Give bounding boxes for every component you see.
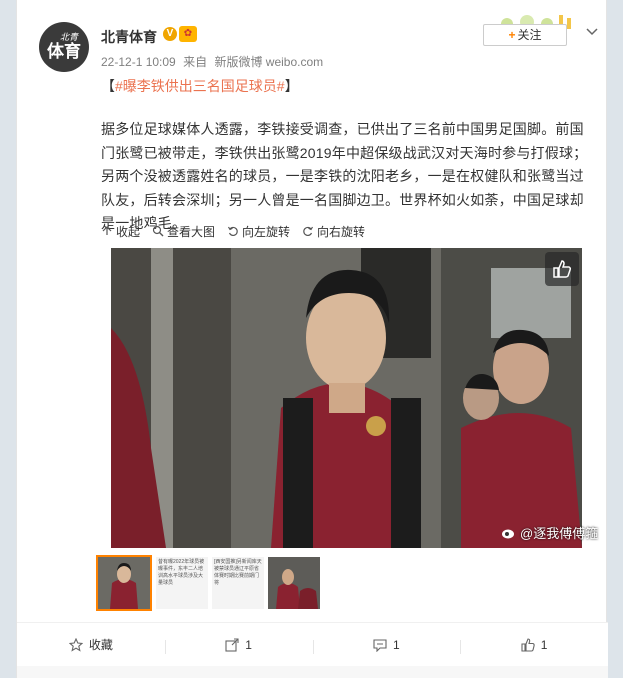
thumbnail-4[interactable] — [268, 557, 320, 609]
image-toolbar: 收起 查看大图 向左旋转 向右旋转 — [101, 222, 365, 240]
repost-icon — [225, 637, 239, 652]
rotate-left-button[interactable]: 向左旋转 — [227, 222, 290, 240]
weibo-post-card: 北青 体育 北青体育 V ✿ 22-12-1 10:09 来自 新版微博 wei… — [16, 0, 608, 678]
like-button[interactable]: 1 — [460, 637, 608, 654]
collect-label: 收藏 — [88, 638, 113, 652]
post-date[interactable]: 22-12-1 10:09 — [101, 55, 176, 69]
avatar-text-main: 体育 — [47, 42, 81, 62]
author-name[interactable]: 北青体育 — [101, 27, 157, 47]
post-footer: 收藏 1 1 1 — [17, 622, 608, 666]
rotate-right-label: 向右旋转 — [317, 224, 366, 239]
level-badge-icon: ✿ — [179, 26, 197, 42]
thumbnail-2[interactable]: 昔有曝2022年球员被曝事件，东丰二人培训高水平球员涉及大量球员 — [156, 557, 208, 609]
follow-button[interactable]: + 关注 — [483, 24, 567, 46]
collect-button[interactable]: 收藏 — [17, 636, 165, 653]
rotate-right-icon — [303, 226, 314, 237]
like-icon — [521, 637, 535, 652]
photo-watermark: @逐我傅傅箍 — [501, 523, 598, 542]
chevron-down-icon[interactable] — [583, 22, 601, 40]
collapse-icon — [102, 226, 112, 235]
repost-count: 1 — [245, 637, 252, 652]
topic-close: 】 — [284, 78, 299, 94]
follow-label: 关注 — [517, 28, 542, 42]
thumbnail-3[interactable]: [西安国推]另新闻库天被禁球员通辽平原省体赛时期比赛前期门将 — [212, 557, 264, 609]
repost-button[interactable]: 1 — [164, 637, 313, 654]
collapse-label: 收起 — [116, 224, 141, 239]
post-body-text: 据多位足球媒体人透露，李铁接受调查，已供出了三名前中国男足国脚。前国门张鹭已被带… — [101, 121, 588, 231]
comment-count: 1 — [393, 637, 400, 652]
post-meta: 22-12-1 10:09 来自 新版微博 weibo.com — [101, 53, 327, 70]
like-count: 1 — [540, 637, 548, 652]
post-photo[interactable] — [111, 248, 582, 548]
rotate-left-icon — [228, 226, 238, 237]
rotate-right-button[interactable]: 向右旋转 — [302, 222, 365, 240]
footer-spacer — [17, 666, 608, 678]
collect-icon — [68, 637, 83, 652]
thumbnail-strip: 昔有曝2022年球员被曝事件，东丰二人培训高水平球员涉及大量球员 [西安国推]另… — [96, 555, 320, 615]
comment-icon — [373, 638, 387, 652]
comment-button[interactable]: 1 — [312, 637, 461, 654]
thumbs-up-icon[interactable] — [545, 252, 579, 286]
watermark-text: @逐我傅傅箍 — [520, 526, 599, 541]
view-large-label: 查看大图 — [167, 224, 216, 239]
view-large-button[interactable]: 查看大图 — [152, 222, 215, 240]
topic-open: 【 — [101, 78, 115, 94]
magnify-icon — [152, 225, 164, 237]
topic-link[interactable]: #曝李铁供出三名国足球员# — [115, 78, 285, 94]
post-source[interactable]: 新版微博 weibo.com — [214, 55, 323, 69]
author-avatar[interactable]: 北青 体育 — [39, 22, 89, 72]
from-label: 来自 — [183, 55, 208, 69]
topic-line: 【#曝李铁供出三名国足球员#】 — [101, 76, 299, 96]
verified-icon: V — [163, 27, 177, 41]
collapse-button[interactable]: 收起 — [101, 222, 140, 240]
rotate-left-label: 向左旋转 — [242, 224, 291, 239]
thumbnail-1[interactable] — [96, 555, 152, 611]
